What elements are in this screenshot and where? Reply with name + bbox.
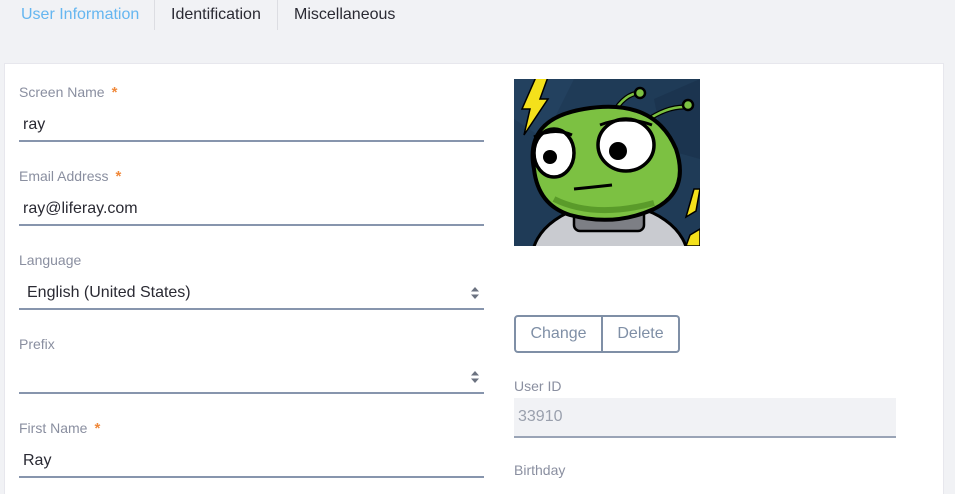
tab-divider	[277, 0, 278, 30]
tab-bar: User Information Identification Miscella…	[0, 0, 955, 30]
screen-name-field[interactable]: ray	[19, 108, 484, 142]
first-name-label-text: First Name	[19, 420, 88, 436]
email-value: ray@liferay.com	[23, 200, 138, 217]
prefix-label: Prefix	[19, 336, 55, 352]
screen-name-value: ray	[23, 116, 46, 133]
screen-name-label-text: Screen Name	[19, 84, 105, 100]
tab-miscellaneous[interactable]: Miscellaneous	[294, 0, 395, 30]
user-id-field: 33910	[514, 398, 896, 438]
required-marker: *	[94, 420, 101, 437]
portrait-button-group: Change Delete	[514, 315, 680, 353]
tab-user-information[interactable]: User Information	[21, 0, 139, 30]
alien-avatar-icon	[514, 79, 700, 246]
select-arrows-icon	[471, 371, 479, 383]
delete-portrait-button[interactable]: Delete	[603, 315, 680, 353]
select-arrows-icon	[471, 287, 479, 299]
change-portrait-button[interactable]: Change	[514, 315, 603, 353]
email-label-text: Email Address	[19, 168, 109, 184]
tab-divider	[154, 0, 155, 30]
email-field[interactable]: ray@liferay.com	[19, 192, 484, 226]
screen-name-label: Screen Name *	[19, 84, 117, 101]
first-name-value: Ray	[23, 452, 52, 469]
language-label: Language	[19, 252, 82, 268]
prefix-select[interactable]	[19, 360, 484, 394]
user-id-value: 33910	[518, 408, 563, 425]
first-name-field[interactable]: Ray	[19, 444, 484, 478]
language-value: English (United States)	[27, 284, 191, 301]
email-label: Email Address *	[19, 168, 121, 185]
tab-identification[interactable]: Identification	[171, 0, 261, 30]
language-select[interactable]: English (United States)	[19, 276, 484, 310]
first-name-label: First Name *	[19, 420, 100, 437]
birthday-label: Birthday	[514, 462, 566, 478]
required-marker: *	[115, 168, 122, 185]
user-id-label: User ID	[514, 378, 562, 394]
required-marker: *	[111, 84, 118, 101]
